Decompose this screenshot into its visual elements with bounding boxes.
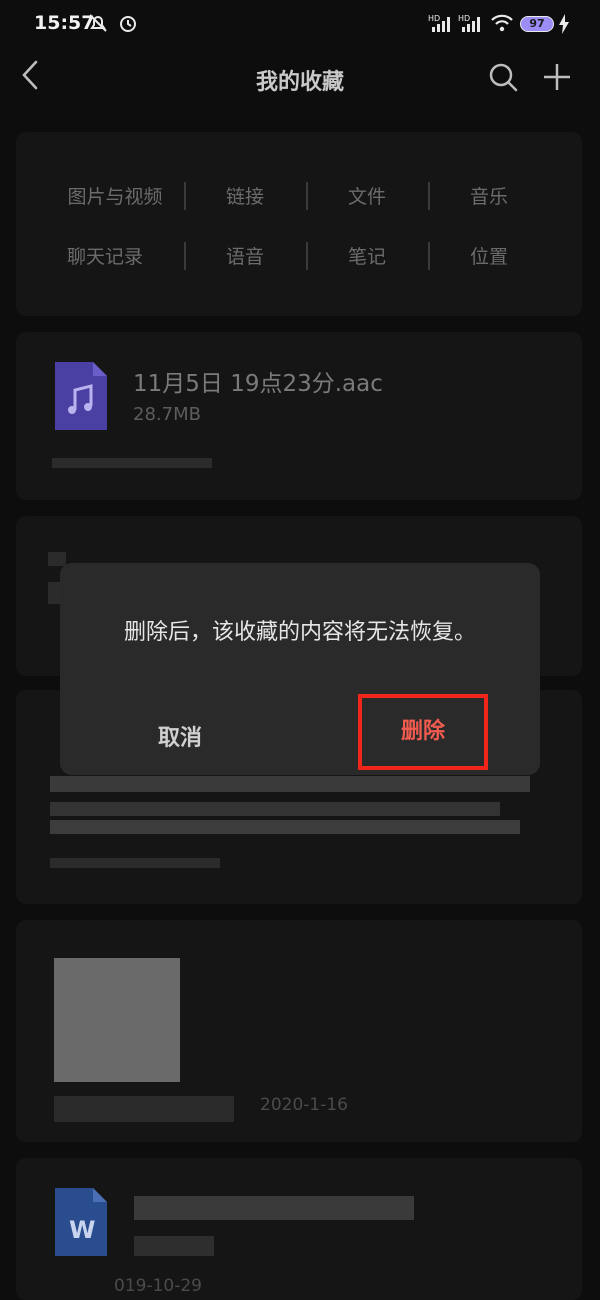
status-time: 15:57 — [34, 12, 95, 34]
svg-text:HD: HD — [458, 14, 470, 23]
blurred-source — [50, 858, 220, 868]
blurred-text-line — [50, 802, 500, 816]
plus-icon — [544, 64, 570, 90]
cancel-button[interactable]: 取消 — [130, 720, 230, 752]
blurred-source — [54, 1096, 234, 1122]
signal-hd-icon-2: HD — [458, 13, 482, 38]
add-button[interactable] — [540, 60, 574, 94]
category-voice[interactable]: 语音 — [184, 242, 306, 269]
category-music[interactable]: 音乐 — [428, 182, 550, 209]
category-panel — [16, 132, 582, 316]
search-button[interactable] — [486, 60, 520, 94]
svg-text:W: W — [69, 1216, 95, 1244]
mute-icon — [88, 13, 108, 38]
blurred-content — [48, 582, 60, 604]
charging-icon — [558, 14, 570, 39]
battery-icon: 97 — [520, 16, 554, 32]
dialog-message: 删除后，该收藏的内容将无法恢复。 — [123, 620, 476, 645]
category-location[interactable]: 位置 — [428, 242, 550, 269]
blurred-doc-size — [134, 1236, 214, 1256]
search-icon — [489, 63, 518, 92]
item-date: 019-10-29 — [114, 1276, 202, 1296]
file-size: 28.7MB — [133, 404, 201, 425]
category-links[interactable]: 链接 — [184, 182, 306, 209]
delete-button-label: 删除 — [400, 719, 445, 744]
battery-level: 97 — [529, 17, 545, 30]
blurred-source — [52, 458, 212, 468]
alarm-icon — [118, 13, 138, 38]
status-bar: 15:57 HD HD 97 — [0, 0, 600, 50]
image-thumbnail — [54, 958, 180, 1082]
item-date: 2020-1-16 — [260, 1095, 348, 1115]
signal-hd-icon: HD — [428, 13, 452, 38]
word-file-icon: W — [55, 1188, 107, 1256]
blurred-text-line — [50, 776, 530, 792]
audio-file-icon — [55, 362, 107, 430]
blurred-text-line — [50, 820, 520, 834]
category-notes[interactable]: 笔记 — [306, 242, 428, 269]
category-images-videos[interactable]: 图片与视频 — [54, 182, 176, 209]
file-name: 11月5日 19点23分.aac — [133, 371, 383, 397]
delete-button[interactable]: 删除 — [358, 694, 488, 770]
blurred-doc-name — [134, 1196, 414, 1220]
category-chat-history[interactable]: 聊天记录 — [44, 242, 166, 269]
blurred-sender — [48, 552, 66, 566]
svg-text:HD: HD — [428, 14, 440, 23]
category-files[interactable]: 文件 — [306, 182, 428, 209]
wifi-icon — [490, 13, 514, 38]
